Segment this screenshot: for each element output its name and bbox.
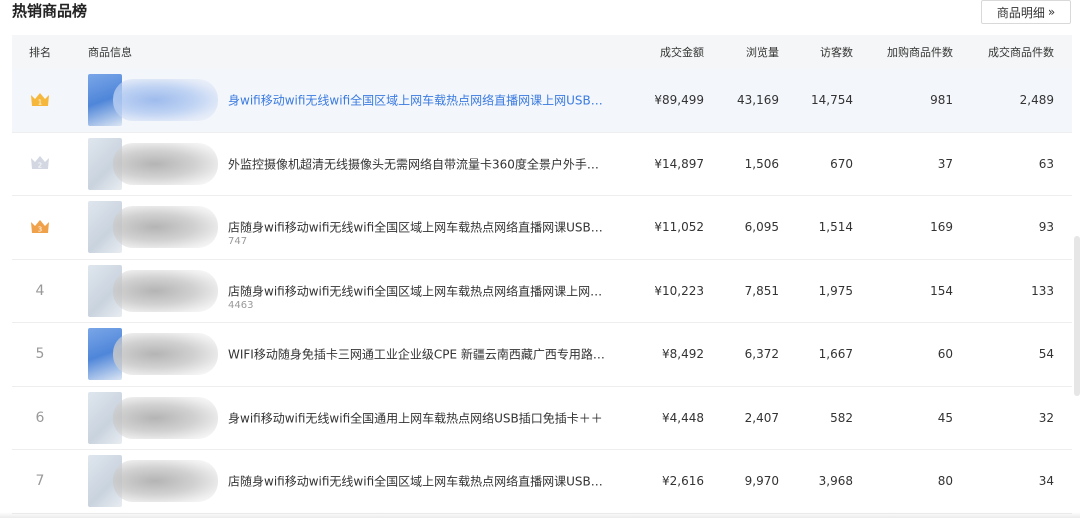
table-row[interactable]: 2 外监控摄像机超清无线摄像头无需网络自带流量卡360度全景户外手机远程 ¥14,8… [12,133,1072,196]
deal-count-cell: 34 [1038,474,1054,489]
rank-cell: 4 [12,283,68,299]
product-info-cell: 身wifi移动wifi无线wifi全国通用上网车载热点网络USB插口免插卡＋＋ [68,387,624,450]
vertical-scrollbar[interactable] [1074,236,1080,396]
page-title: 热销商品榜 [12,2,88,20]
redacted-blur [113,79,218,121]
hot-products-panel: 热销商品榜 商品明细 » 排名 商品信息 成交金额 浏览量 访客数 加购商品件数… [0,0,1080,518]
amount-cell: ¥2,616 [662,474,704,489]
deal-count-cell: 54 [1038,347,1054,362]
table-row[interactable]: 5 WIFI移动随身免插卡三网通工业企业级CPE 新疆云南西藏广西专用路由器 ¥8,… [12,323,1072,387]
redacted-blur [113,142,218,185]
deal-count-cell: 2,489 [1019,93,1054,108]
views-cell: 9,970 [744,474,779,489]
product-name-link[interactable]: 店随身wifi移动wifi无线wifi全国区域上网车载热点网络直播网课USB插口… [228,219,608,236]
amount-cell: ¥10,223 [654,283,704,298]
col-visitors-header[interactable]: 访客数 [779,44,853,60]
views-cell: 2,407 [744,410,779,425]
rank-number: 5 [35,346,45,363]
double-chevron-right-icon: » [1047,5,1056,19]
product-info-cell: 外监控摄像机超清无线摄像头无需网络自带流量卡360度全景户外手机远程 [68,133,624,196]
cart-count-cell: 45 [937,410,953,425]
amount-cell: ¥8,492 [662,347,704,362]
hot-products-table: 排名 商品信息 成交金额 浏览量 访客数 加购商品件数 成交商品件数 1 身wif… [12,35,1072,514]
cart-count-cell: 169 [930,220,953,235]
deal-count-cell: 133 [1031,283,1054,298]
visitors-cell: 1,514 [818,220,853,235]
visitors-cell: 14,754 [811,93,853,108]
table-row[interactable]: 4 店随身wifi移动wifi无线wifi全国区域上网车载热点网络直播网课上网US… [12,260,1072,323]
col-deal-header[interactable]: 成交商品件数 [953,44,1054,60]
amount-cell: ¥4,448 [662,410,704,425]
gold-crown-icon: 1 [29,90,51,111]
svg-text:2: 2 [38,162,42,170]
deal-count-cell: 93 [1038,220,1054,235]
views-cell: 6,372 [744,347,779,362]
visitors-cell: 670 [830,156,853,171]
product-name-link[interactable]: 店随身wifi移动wifi无线wifi全国区域上网车载热点网络直播网课USB插口… [228,473,608,490]
redacted-blur [113,460,218,502]
bronze-crown-icon: 3 [29,217,51,238]
redacted-blur [113,396,218,439]
visitors-cell: 582 [830,410,853,425]
amount-cell: ¥11,052 [654,220,704,235]
visitors-cell: 1,667 [818,347,853,362]
redacted-blur [113,269,218,312]
rank-cell: 5 [12,346,68,362]
table-row[interactable]: 6 身wifi移动wifi无线wifi全国通用上网车载热点网络USB插口免插卡＋＋… [12,387,1072,450]
redacted-blur [113,206,218,248]
table-header: 排名 商品信息 成交金额 浏览量 访客数 加购商品件数 成交商品件数 [12,35,1072,69]
col-amount-header[interactable]: 成交金额 [624,44,704,60]
cart-count-cell: 154 [930,283,953,298]
visitors-cell: 3,968 [818,474,853,489]
col-views-header[interactable]: 浏览量 [704,44,779,60]
product-info-cell: 店随身wifi移动wifi无线wifi全国区域上网车载热点网络直播网课USB插口… [68,196,624,259]
cart-count-cell: 60 [937,347,953,362]
rank-number: 4 [35,282,45,299]
product-detail-button[interactable]: 商品明细 » [981,0,1071,24]
cart-count-cell: 80 [937,474,953,489]
table-body: 1 身wifi移动wifi无线wifi全国区域上网车载热点网络直播网课上网USB插… [12,69,1072,514]
product-info-cell: 店随身wifi移动wifi无线wifi全国区域上网车载热点网络直播网课上网USB… [68,260,624,323]
rank-number: 7 [35,473,45,490]
table-row[interactable]: 7 店随身wifi移动wifi无线wifi全国区域上网车载热点网络直播网课USB插… [12,450,1072,514]
product-id: 747 [228,236,248,247]
redacted-blur [113,333,218,375]
rank-number: 6 [35,409,45,426]
amount-cell: ¥14,897 [654,156,704,171]
col-cart-header[interactable]: 加购商品件数 [853,44,953,60]
views-cell: 6,095 [744,220,779,235]
rank-cell: 6 [12,410,68,426]
product-name-link[interactable]: 身wifi移动wifi无线wifi全国区域上网车载热点网络直播网课上网USB插口… [228,92,608,109]
silver-crown-icon: 2 [29,153,51,174]
rank-cell: 2 [12,153,68,174]
visitors-cell: 1,975 [818,283,853,298]
product-name-link[interactable]: 外监控摄像机超清无线摄像头无需网络自带流量卡360度全景户外手机远程 [228,155,608,172]
cart-count-cell: 981 [930,93,953,108]
rank-cell: 7 [12,473,68,489]
views-cell: 43,169 [737,93,779,108]
deal-count-cell: 32 [1038,410,1054,425]
product-name-link[interactable]: 身wifi移动wifi无线wifi全国通用上网车载热点网络USB插口免插卡＋＋ [228,409,608,426]
views-cell: 7,851 [744,283,779,298]
product-info-cell: WIFI移动随身免插卡三网通工业企业级CPE 新疆云南西藏广西专用路由器 [68,323,624,386]
deal-count-cell: 63 [1038,156,1054,171]
rank-cell: 1 [12,90,68,111]
bottom-shadow [0,512,1080,518]
product-name-link[interactable]: WIFI移动随身免插卡三网通工业企业级CPE 新疆云南西藏广西专用路由器 [228,346,608,363]
table-row[interactable]: 1 身wifi移动wifi无线wifi全国区域上网车载热点网络直播网课上网USB插… [12,69,1072,133]
rank-cell: 3 [12,217,68,238]
col-rank-header: 排名 [29,46,51,59]
svg-text:3: 3 [38,225,42,233]
svg-text:1: 1 [38,98,42,106]
product-info-cell: 店随身wifi移动wifi无线wifi全国区域上网车载热点网络直播网课USB插口… [68,450,624,513]
product-info-cell: 身wifi移动wifi无线wifi全国区域上网车载热点网络直播网课上网USB插口… [68,69,624,132]
amount-cell: ¥89,499 [654,93,704,108]
product-name-link[interactable]: 店随身wifi移动wifi无线wifi全国区域上网车载热点网络直播网课上网USB… [228,282,608,299]
product-detail-label: 商品明细 [996,5,1045,20]
product-id: 4463 [228,299,254,311]
col-info-header: 商品信息 [88,46,132,59]
table-row[interactable]: 3 店随身wifi移动wifi无线wifi全国区域上网车载热点网络直播网课USB插… [12,196,1072,260]
cart-count-cell: 37 [937,156,953,171]
views-cell: 1,506 [744,156,779,171]
